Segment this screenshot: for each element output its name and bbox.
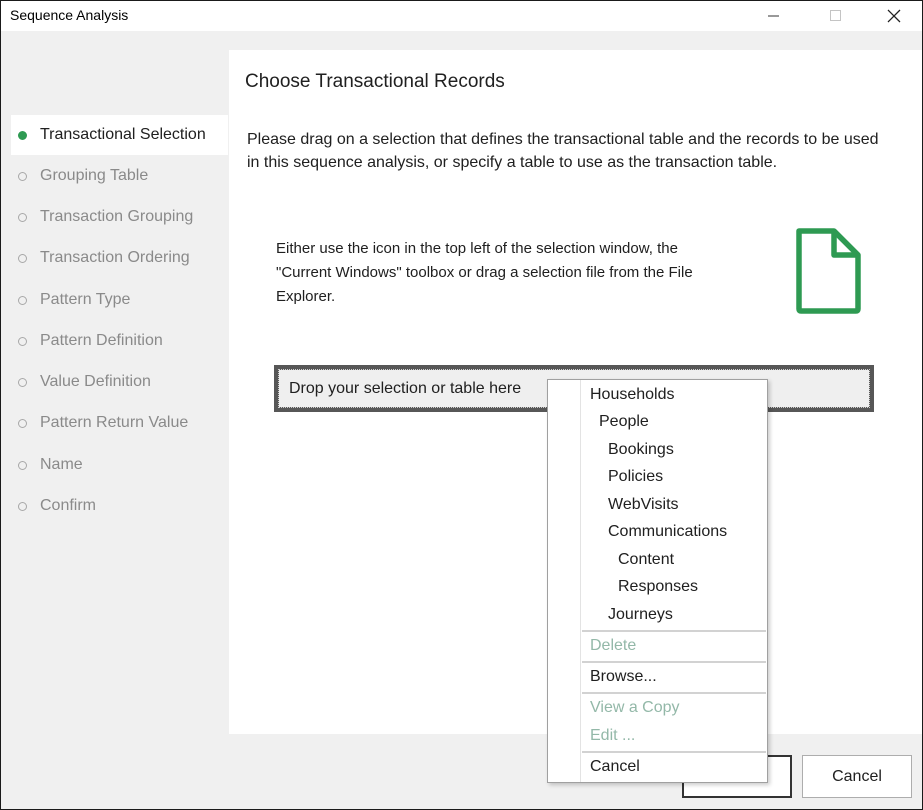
hint-line: "Current Windows" toolbox or drag a sele…	[276, 264, 693, 281]
menu-item-label: Responses	[618, 578, 699, 595]
table-context-menu: Households People Bookings Policies WebV…	[547, 379, 768, 783]
menu-item-label: View a Copy	[590, 699, 680, 716]
step-status-icon	[18, 295, 27, 305]
menu-item-browse[interactable]: Browse...	[548, 664, 767, 691]
maximize-button[interactable]	[813, 1, 859, 31]
page-title: Choose Transactional Records	[245, 71, 505, 92]
step-status-icon	[18, 501, 27, 511]
menu-item-label: Journeys	[608, 606, 673, 623]
menu-item-households[interactable]: Households	[548, 382, 767, 409]
close-button[interactable]	[871, 1, 917, 31]
hint-line: Explorer.	[276, 288, 336, 305]
step-status-icon	[18, 336, 27, 346]
menu-item-label: Households	[590, 386, 675, 403]
step-label: Pattern Type	[40, 291, 131, 308]
step-confirm[interactable]: Confirm	[11, 486, 228, 526]
menu-item-edit: Edit ...	[548, 723, 767, 750]
step-label: Pattern Definition	[40, 332, 163, 349]
step-pattern-return-value[interactable]: Pattern Return Value	[11, 403, 228, 443]
menu-separator	[582, 692, 766, 694]
step-status-icon	[18, 377, 27, 387]
menu-item-label: Bookings	[608, 441, 674, 458]
menu-item-view-a-copy: View a Copy	[548, 695, 767, 722]
step-label: Pattern Return Value	[40, 414, 189, 431]
menu-item-communications[interactable]: Communications	[548, 519, 767, 546]
menu-item-bookings[interactable]: Bookings	[548, 437, 767, 464]
document-icon	[796, 228, 861, 314]
menu-separator	[582, 661, 766, 663]
hint-line: Either use the icon in the top left of t…	[276, 240, 678, 257]
hint-text: Either use the icon in the top left of t…	[276, 237, 766, 309]
menu-item-label: WebVisits	[608, 496, 679, 513]
step-grouping-table[interactable]: Grouping Table	[11, 156, 228, 196]
menu-item-label: Content	[618, 551, 675, 568]
menu-item-journeys[interactable]: Journeys	[548, 602, 767, 629]
title-bar: Sequence Analysis	[1, 1, 922, 31]
step-status-icon	[18, 212, 27, 222]
step-transaction-grouping[interactable]: Transaction Grouping	[11, 197, 228, 237]
cancel-button[interactable]: Cancel	[802, 755, 912, 798]
menu-separator	[582, 751, 766, 753]
window-title: Sequence Analysis	[10, 7, 129, 23]
menu-item-policies[interactable]: Policies	[548, 464, 767, 491]
step-status-icon	[18, 418, 27, 428]
step-status-icon	[18, 253, 27, 263]
step-status-icon	[18, 171, 27, 181]
close-icon	[887, 9, 901, 23]
step-label: Name	[40, 456, 83, 473]
menu-item-delete: Delete	[548, 633, 767, 660]
menu-item-label: Delete	[590, 637, 637, 654]
menu-separator	[582, 630, 766, 632]
sequence-analysis-window: Sequence Analysis Transactional Selectio…	[0, 0, 923, 810]
menu-item-label: Communications	[608, 523, 728, 540]
step-name[interactable]: Name	[11, 445, 228, 485]
minimize-button[interactable]	[751, 1, 797, 31]
menu-item-people[interactable]: People	[548, 409, 767, 436]
maximize-icon	[830, 10, 841, 21]
menu-item-webvisits[interactable]: WebVisits	[548, 492, 767, 519]
menu-item-label: Browse...	[590, 668, 657, 685]
step-label: Transaction Ordering	[40, 249, 190, 266]
menu-item-label: People	[599, 413, 649, 430]
menu-item-responses[interactable]: Responses	[548, 574, 767, 601]
menu-item-cancel[interactable]: Cancel	[548, 754, 767, 781]
menu-item-label: Cancel	[590, 758, 640, 775]
menu-item-content[interactable]: Content	[548, 547, 767, 574]
instructions-text: Please drag on a selection that defines …	[247, 131, 879, 171]
minimize-icon	[768, 15, 779, 17]
menu-item-label: Policies	[608, 468, 664, 485]
step-label: Transaction Grouping	[40, 208, 194, 225]
step-label: Grouping Table	[40, 167, 149, 184]
step-label: Transactional Selection	[40, 126, 206, 143]
step-label: Confirm	[40, 497, 97, 514]
menu-item-label: Edit ...	[590, 727, 636, 744]
step-label: Value Definition	[40, 373, 151, 390]
step-transactional-selection[interactable]: Transactional Selection	[11, 115, 228, 155]
step-value-definition[interactable]: Value Definition	[11, 362, 228, 402]
step-pattern-definition[interactable]: Pattern Definition	[11, 321, 228, 361]
step-pattern-type[interactable]: Pattern Type	[11, 280, 228, 320]
drop-zone-label: Drop your selection or table here	[289, 379, 522, 397]
step-status-icon	[18, 130, 27, 140]
step-status-icon	[18, 460, 27, 470]
step-transaction-ordering[interactable]: Transaction Ordering	[11, 238, 228, 278]
